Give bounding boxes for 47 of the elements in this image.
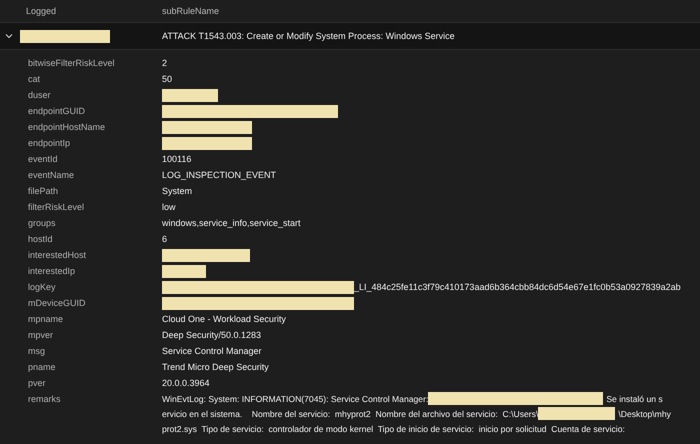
field-value: ervicio en el sistema. Nombre del servicio: mhyprot2 Nombre del archivo del servicio: C:\Users\ [162, 408, 538, 421]
field-key: interestedIp [28, 263, 76, 279]
field-value: Trend Micro Deep Security [162, 361, 269, 374]
field-key: cat [28, 71, 40, 87]
field-value: \Desktop\mhy [618, 408, 671, 421]
field-key: msg [28, 343, 46, 359]
field-key: bitwiseFilterRiskLevel [28, 55, 115, 71]
field-value: 2 [162, 57, 168, 70]
field-key: remarks [28, 391, 61, 407]
field-key: filterRiskLevel [28, 199, 84, 215]
field-key: hostId [28, 231, 53, 247]
field-value: 50 [162, 73, 172, 86]
field-value: Service Control Manager [162, 345, 262, 358]
field-key: eventId [28, 151, 58, 167]
field-value: 100116 [162, 153, 192, 166]
field-value: 6 [162, 233, 168, 246]
field-key: eventName [28, 167, 74, 183]
field-key: pname [28, 359, 56, 375]
field-value: prot2.sys Tipo de servicio: controlador de modo kernel Tipo de inicio de servicio: inicio por solicitud Cuenta de servicio: [162, 422, 625, 436]
field-key: logKey [28, 279, 56, 295]
field-key: mpver [28, 327, 54, 343]
field-value: _LI_484c25fe11c3f79c410173aad6b364cbb84dc6d54e67e1fc0b53a0927839a2ab [354, 281, 681, 294]
field-value: LOG_INSPECTION_EVENT [162, 169, 276, 182]
field-value: 20.0.0.3964 [162, 377, 210, 390]
field-key: mDeviceGUID [28, 295, 86, 311]
field-value: System [162, 185, 192, 198]
redaction-block [162, 264, 206, 278]
field-value: windows,service_info,service_start [162, 217, 301, 230]
field-key: duser [28, 87, 51, 103]
chevron-down-icon[interactable] [5, 32, 13, 40]
field-value: Cloud One - Workload Security [162, 313, 286, 326]
field-key: pver [28, 375, 46, 391]
column-header[interactable]: subRuleName [162, 6, 220, 16]
field-key: filePath [28, 183, 58, 199]
field-key: endpointHostName [28, 119, 106, 135]
field-value: WinEvtLog: System: INFORMATION(7045): Service Control Manager: [162, 392, 428, 406]
field-key: endpointIp [28, 135, 70, 151]
field-key: endpointGUID [28, 103, 86, 119]
field-key: interestedHost [28, 247, 86, 263]
field-key: mpname [28, 311, 64, 327]
rule-name: ATTACK T1543.003: Create or Modify System Process: Windows Service [162, 31, 455, 41]
redaction-block [162, 88, 218, 102]
column-header[interactable]: Logged [26, 6, 56, 16]
field-value: Deep Security/50.0.1283 [162, 329, 262, 342]
field-value: low [162, 201, 176, 214]
field-value: Se instaló un s [606, 392, 663, 406]
field-key: groups [28, 215, 56, 231]
